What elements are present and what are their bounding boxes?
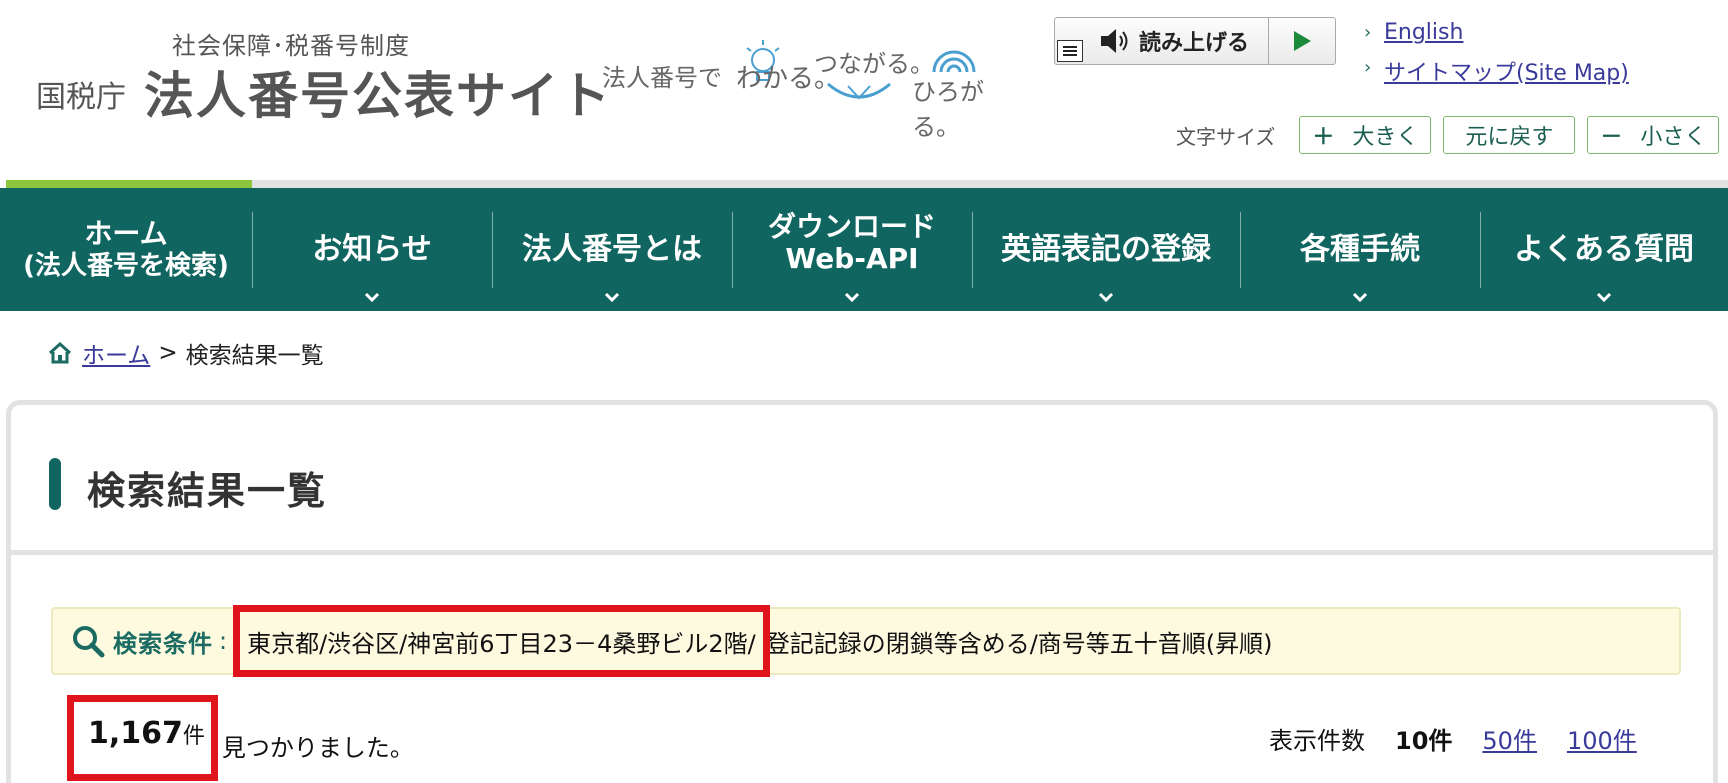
home-icon — [48, 342, 72, 364]
breadcrumb: ホーム > 検索結果一覧 — [48, 336, 324, 370]
per-page-100-link[interactable]: 100件 — [1567, 721, 1637, 756]
result-count-highlight: 1,167 件 — [67, 695, 218, 781]
site-logo-title[interactable]: 法人番号公表サイト — [144, 56, 612, 128]
handshake-icon — [827, 82, 891, 100]
nav-english-label: 英語表記の登録 — [1001, 231, 1211, 267]
header-links: › English › サイトマップ(Site Map) — [1364, 20, 1629, 97]
font-size-controls: 文字サイズ ＋ 大きく 元に戻す － 小さく — [1176, 116, 1720, 154]
tagline: 法人番号で わかる。 つながる。 ひろがる。 — [602, 40, 1022, 141]
per-page-50-link[interactable]: 50件 — [1482, 721, 1537, 756]
menu-icon[interactable] — [1057, 40, 1083, 62]
nav-news-label: お知らせ — [312, 231, 432, 267]
nav-procedures-label: 各種手続 — [1300, 231, 1420, 267]
nav-item-download[interactable]: ダウンロード Web-API — [732, 188, 972, 311]
nav-download-line2: Web-API — [785, 241, 919, 275]
site-header: 社会保障･税番号制度 国税庁 法人番号公表サイト 法人番号で わかる。 つながる… — [0, 0, 1728, 180]
nav-home-line1: ホーム — [84, 216, 168, 250]
result-count-unit: 件 — [182, 724, 205, 749]
breadcrumb-current: 検索結果一覧 — [185, 343, 324, 369]
read-aloud-button[interactable]: 読み上げる — [1055, 18, 1269, 64]
sitemap-link-label: サイトマップ(Site Map) — [1384, 61, 1629, 86]
nav-download-line1: ダウンロード — [767, 209, 936, 243]
breadcrumb-home-link[interactable]: ホーム — [82, 336, 150, 370]
font-larger-label: 大きく — [1352, 125, 1419, 150]
plus-icon: ＋ — [1312, 125, 1335, 150]
per-page-selector: 表示件数 10件 50件 100件 — [1269, 721, 1667, 756]
per-page-current: 10件 — [1395, 727, 1453, 755]
chevron-right-icon: › — [1364, 22, 1372, 43]
font-larger-button[interactable]: ＋ 大きく — [1299, 116, 1432, 154]
read-aloud-label: 読み上げる — [1139, 31, 1250, 56]
search-conditions-colon: : — [219, 627, 228, 655]
nav-item-procedures[interactable]: 各種手続 — [1240, 188, 1480, 311]
chevron-right-icon: › — [1364, 57, 1372, 78]
results-panel: 検索結果一覧 検索条件 : 東京都/渋谷区/神宮前6丁目23－4桑野ビル2階/ … — [6, 400, 1718, 783]
minus-icon: － — [1600, 125, 1623, 150]
title-accent-bar — [49, 458, 61, 510]
chevron-down-icon — [1596, 292, 1612, 303]
search-condition-options: 登記記録の閉鎖等含める/商号等五十音順(昇順) — [765, 629, 1273, 658]
nav-item-news[interactable]: お知らせ — [252, 188, 492, 311]
chevron-down-icon — [1098, 292, 1114, 303]
font-reset-label: 元に戻す — [1465, 125, 1554, 150]
speaker-icon — [1101, 29, 1128, 53]
play-icon — [1294, 31, 1311, 51]
breadcrumb-separator: > — [158, 340, 178, 366]
result-count-number: 1,167 — [88, 716, 183, 751]
chevron-down-icon — [1352, 292, 1368, 303]
search-condition-address-highlight: 東京都/渋谷区/神宮前6丁目23－4桑野ビル2階/ — [233, 605, 770, 677]
search-icon — [73, 626, 105, 658]
font-reset-button[interactable]: 元に戻す — [1443, 116, 1576, 154]
font-smaller-label: 小さく — [1640, 125, 1707, 150]
nav-home-line2: (法人番号を検索) — [23, 250, 229, 281]
nav-item-home[interactable]: ホーム (法人番号を検索) — [0, 188, 252, 311]
per-page-label: 表示件数 — [1269, 727, 1365, 755]
result-count: 1,167 件 見つかりました。 — [67, 695, 414, 781]
search-conditions: 検索条件 : 東京都/渋谷区/神宮前6丁目23－4桑野ビル2階/ 登記記録の閉鎖… — [51, 605, 1681, 677]
nav-faq-label: よくある質問 — [1514, 231, 1694, 267]
page-title: 検索結果一覧 — [87, 469, 328, 513]
tagline-part1: 法人番号で — [602, 64, 722, 92]
play-button[interactable] — [1269, 18, 1335, 64]
nav-about-label: 法人番号とは — [522, 231, 702, 267]
nav-item-english[interactable]: 英語表記の登録 — [972, 188, 1240, 311]
chevron-down-icon — [364, 292, 380, 303]
sitemap-link[interactable]: › サイトマップ(Site Map) — [1364, 55, 1629, 87]
font-smaller-button[interactable]: － 小さく — [1587, 116, 1720, 154]
nav-item-about[interactable]: 法人番号とは — [492, 188, 732, 311]
english-link-label: English — [1384, 20, 1464, 45]
font-size-label: 文字サイズ — [1176, 124, 1276, 149]
header-divider-accent — [6, 180, 252, 188]
chevron-down-icon — [604, 292, 620, 303]
logo-agency[interactable]: 国税庁 — [36, 72, 126, 116]
result-found-text: 見つかりました。 — [221, 733, 414, 762]
chevron-down-icon — [844, 292, 860, 303]
search-conditions-label: 検索条件 — [113, 629, 213, 658]
english-link[interactable]: › English — [1364, 20, 1629, 45]
global-nav: ホーム (法人番号を検索) お知らせ 法人番号とは ダウンロード Web-API… — [0, 188, 1728, 311]
read-aloud-widget: 読み上げる — [1054, 17, 1336, 65]
nav-item-faq[interactable]: よくある質問 — [1480, 188, 1728, 311]
results-panel-header: 検索結果一覧 — [11, 405, 1713, 555]
header-divider — [6, 180, 1728, 188]
tagline-part4: ひろがる。 — [912, 78, 984, 141]
